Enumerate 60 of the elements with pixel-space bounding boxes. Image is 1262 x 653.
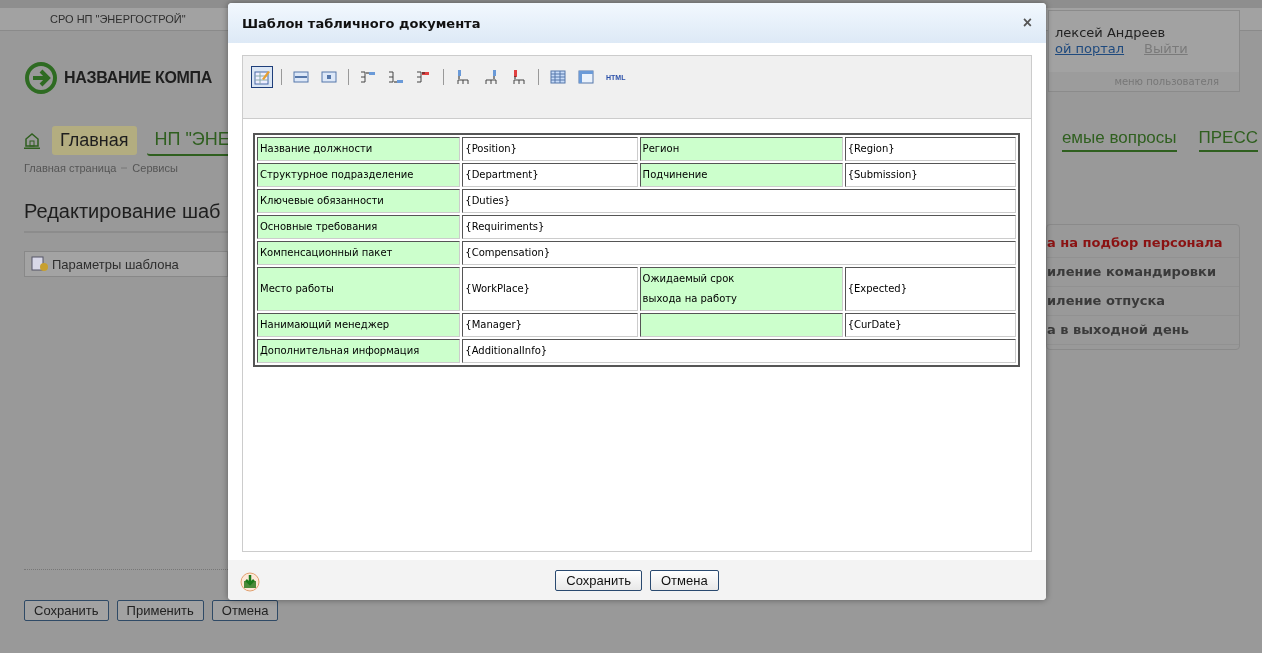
- label-cell: Подчинение: [639, 163, 843, 187]
- value-cell: {Duties}: [462, 189, 1016, 213]
- table-properties-icon: [578, 69, 594, 85]
- value-cell: {Requiriments}: [462, 215, 1016, 239]
- edit-table-icon: [254, 69, 270, 85]
- breadcrumb-link[interactable]: Сервисы: [132, 162, 178, 174]
- value-cell: {Compensation}: [462, 241, 1016, 265]
- table-icon: [550, 69, 566, 85]
- label-cell: Структурное подразделение: [257, 163, 461, 187]
- label-cell: Место работы: [257, 267, 461, 311]
- value-cell: {Position}: [462, 137, 638, 161]
- value-cell: {Department}: [462, 163, 638, 187]
- label-cell: Ожидаемый срок выхода на работу: [639, 267, 843, 311]
- label-cell: Основные требования: [257, 215, 461, 239]
- insert-row-icon: [388, 69, 404, 85]
- label-cell: Нанимающий менеджер: [257, 313, 461, 337]
- label-cell: Ключевые обязанности: [257, 189, 461, 213]
- portal-link[interactable]: ой портал: [1055, 41, 1125, 56]
- insert-row-icon: [360, 69, 376, 85]
- service-link[interactable]: а на подбор персонала: [1047, 229, 1239, 258]
- insert-column-icon: [455, 69, 471, 85]
- nav-link[interactable]: емые вопросы: [1061, 128, 1177, 152]
- close-button[interactable]: ×: [1018, 14, 1036, 32]
- settings-icon: [31, 256, 49, 272]
- value-cell: {Manager}: [462, 313, 638, 337]
- table-cell-icon: [321, 69, 337, 85]
- service-link[interactable]: иление командировки: [1047, 258, 1239, 287]
- breadcrumb-link[interactable]: Главная страница: [24, 162, 117, 174]
- form-button[interactable]: Сохранить: [24, 600, 109, 621]
- template-parameters-button[interactable]: Параметры шаблона: [52, 256, 179, 272]
- label-cell: Название должности: [257, 137, 461, 161]
- nav-tab[interactable]: Главная: [52, 125, 137, 155]
- form-button[interactable]: Отмена: [211, 600, 279, 621]
- label-cell: Регион: [639, 137, 843, 161]
- label-cell: Компенсационный пакет: [257, 241, 461, 265]
- dialog-title: Шаблон табличного документа: [242, 15, 481, 31]
- form-button[interactable]: Применить: [116, 600, 204, 621]
- delete-column-icon: [511, 69, 527, 85]
- arrow-circle-logo-icon: [24, 61, 58, 95]
- service-link[interactable]: иление отпуска: [1047, 287, 1239, 316]
- value-cell: {Region}: [844, 137, 1016, 161]
- value-cell: {CurDate}: [844, 313, 1016, 337]
- nav-link[interactable]: ПРЕСС: [1198, 128, 1258, 152]
- company-name: НАЗВАНИЕ КОМПА: [64, 69, 212, 87]
- value-cell: {WorkPlace}: [462, 267, 638, 311]
- service-link[interactable]: а в выходной день: [1047, 316, 1239, 345]
- organization-menu[interactable]: СРО НП "ЭНЕРГОСТРОЙ": [50, 13, 186, 25]
- label-cell: Дополнительная информация: [257, 339, 461, 363]
- toolbar-button[interactable]: [251, 66, 273, 88]
- home-icon[interactable]: [24, 131, 40, 149]
- user-name: лексей Андреев: [1055, 25, 1167, 40]
- insert-column-icon: [483, 69, 499, 85]
- table-row-icon: [293, 69, 309, 85]
- value-cell: {Submission}: [844, 163, 1016, 187]
- value-cell: {AdditionalInfo}: [462, 339, 1016, 363]
- value-cell: {Expected}: [844, 267, 1016, 311]
- dialog-button[interactable]: Сохранить: [555, 569, 642, 591]
- download-icon[interactable]: [240, 572, 260, 592]
- delete-row-icon: [416, 69, 432, 85]
- dialog-button[interactable]: Отмена: [649, 569, 719, 591]
